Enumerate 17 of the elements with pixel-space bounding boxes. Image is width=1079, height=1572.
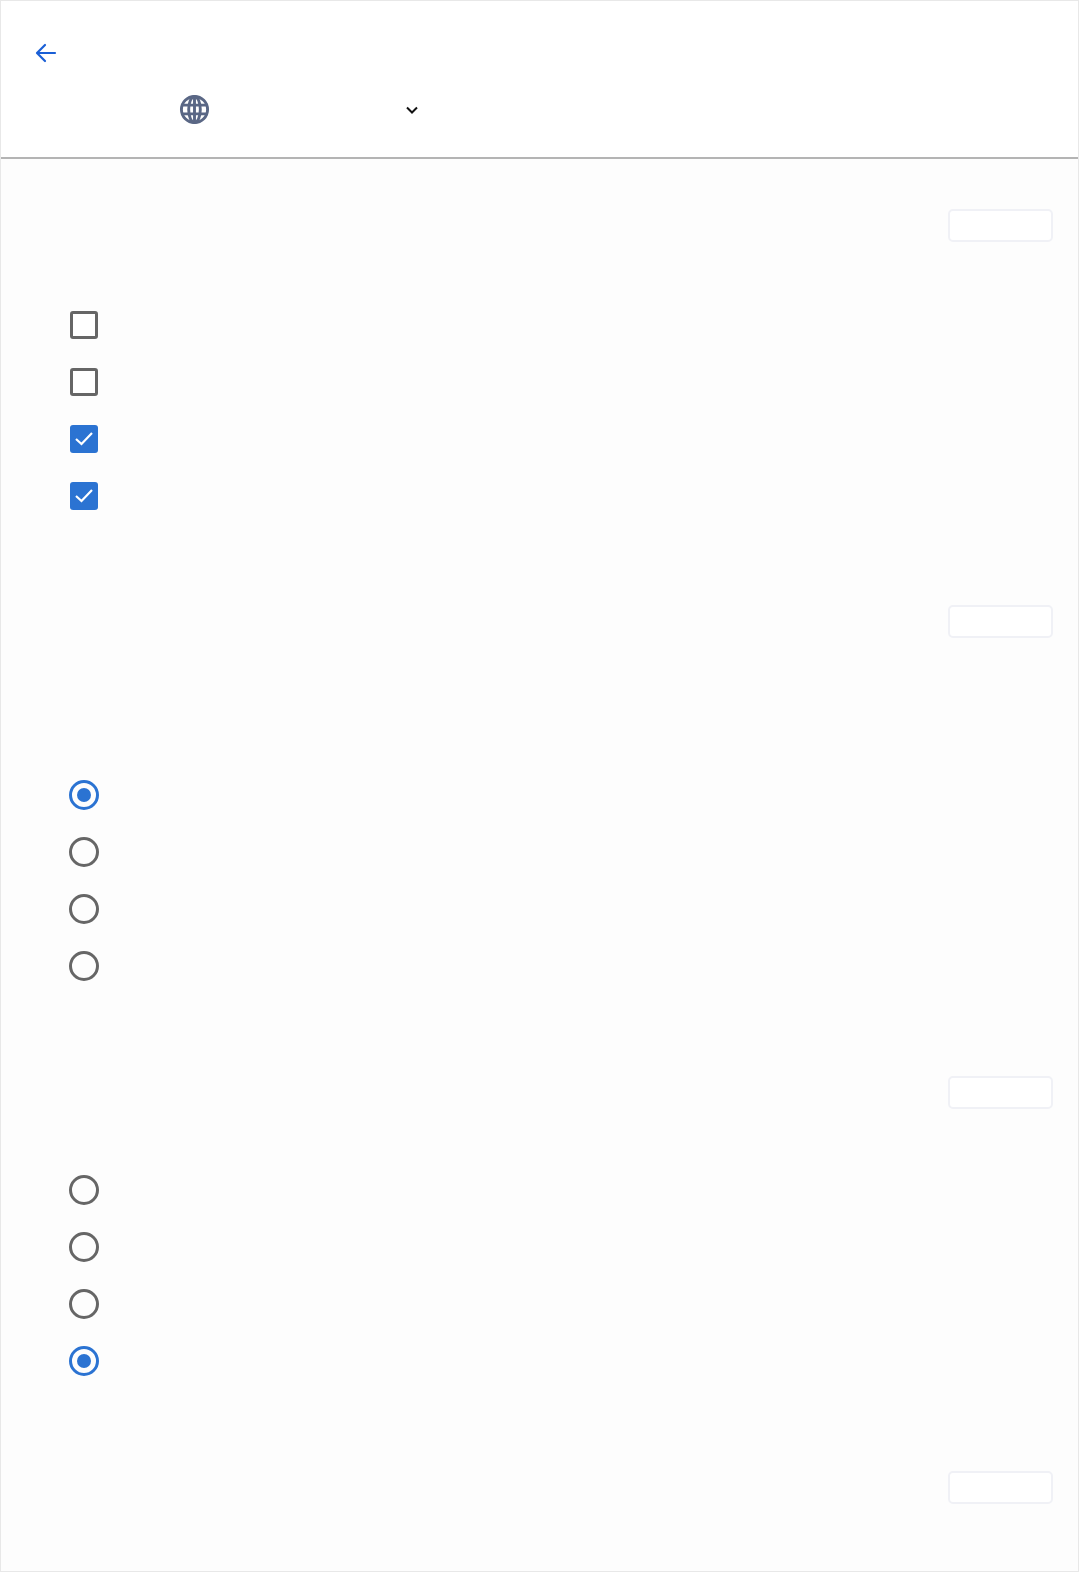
radio-button[interactable] <box>69 1175 99 1205</box>
radio-button[interactable] <box>69 1289 99 1319</box>
checkbox[interactable] <box>70 368 98 396</box>
radio-button[interactable] <box>69 837 99 867</box>
radio-button[interactable] <box>69 1346 99 1376</box>
back-arrow-icon[interactable] <box>35 43 57 63</box>
radio-button[interactable] <box>69 780 99 810</box>
checkmark-icon <box>74 431 94 447</box>
checkmark-icon <box>74 488 94 504</box>
checkbox[interactable] <box>70 425 98 453</box>
chevron-down-icon[interactable] <box>406 105 418 114</box>
radio-button[interactable] <box>69 951 99 981</box>
checkbox[interactable] <box>70 482 98 510</box>
radio-button[interactable] <box>69 1232 99 1262</box>
globe-icon[interactable] <box>179 94 210 125</box>
checkbox[interactable] <box>70 311 98 339</box>
radio-button[interactable] <box>69 894 99 924</box>
